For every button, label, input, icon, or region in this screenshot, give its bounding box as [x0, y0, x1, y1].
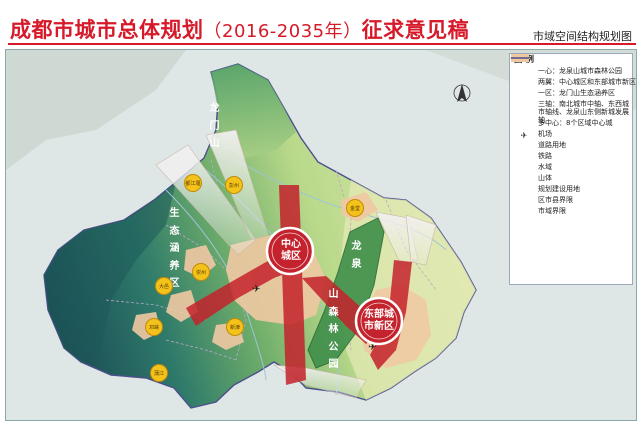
legend-item: 水域 [510, 56, 632, 175]
title-years: （2016-2035年） [203, 21, 362, 42]
subcenter-pengzhou: 彭州 [225, 176, 243, 194]
east-new-area-label-line1: 东部城 [364, 309, 394, 320]
longquan-char-6: 公 [328, 341, 339, 353]
airplane-icon: ✈ [520, 130, 528, 140]
longmen-char-3: 山 [209, 138, 220, 149]
longmen-char-1: 龙 [209, 103, 220, 114]
city-boundary-icon [511, 57, 534, 217]
map-frame: ✈ ✈ 龙 门 山 生 态 涵 养 区 龙 泉 山 森 林 公 园 中心 城区 … [5, 49, 637, 421]
page-title: 成都市城市总体规划（2016-2035年）征求意见稿 [10, 14, 469, 44]
title-rule [8, 43, 636, 45]
longquan-char-2: 泉 [351, 258, 362, 270]
legend-label: 规划建设用地 [538, 185, 580, 194]
legend-item: 区市县界限 [510, 57, 632, 208]
east-new-area-label: 东部城 市新区 [356, 309, 402, 332]
road-line-icon [510, 56, 534, 151]
longquan-char-5: 林 [328, 324, 339, 335]
build-fill-icon [511, 54, 534, 195]
red-cross-icon [511, 54, 534, 110]
legend-item: 三轴：南北城市中轴、东西城市轴线、龙泉山东侧新城发展轴 [510, 54, 632, 124]
center-city-label-line2: 城区 [281, 250, 301, 262]
subcenter-dayi: 大邑 [155, 277, 173, 295]
legend-label: 区市县界限 [538, 196, 573, 205]
teal-fill-icon [511, 54, 534, 99]
yellow-dot-icon [514, 54, 534, 129]
green-line-icon [511, 57, 534, 77]
legend-label: 道路用地 [538, 141, 566, 150]
subcenter-chongzhou: 崇州 [192, 263, 210, 281]
center-city-label: 中心 城区 [272, 239, 310, 262]
subcenter-xinjin: 新津 [226, 318, 244, 336]
legend-label: 一区：龙门山生态涵养区 [538, 89, 615, 98]
center-city-label-line1: 中心 [281, 239, 301, 250]
water-line-icon [510, 56, 534, 173]
airport-icon-shuangliu: ✈ [252, 284, 260, 295]
title-tail: 征求意见稿 [361, 18, 470, 42]
longmen-char-5: 态 [169, 225, 180, 237]
legend-item: 道路用地 [510, 56, 632, 153]
longquan-char-7: 园 [328, 359, 339, 370]
longquan-char-4: 森 [328, 306, 339, 318]
legend-label: 一心：龙泉山城市森林公园 [538, 67, 622, 76]
legend-label: 山体 [538, 174, 552, 183]
east-new-area-label-line2: 市新区 [364, 320, 394, 332]
legend-label: 两翼：中心城区和东部城市新区 [538, 78, 636, 87]
subcenter-pujiang: 蒲江 [150, 364, 168, 382]
longmen-char-6: 涵 [169, 243, 180, 254]
mountain-fill-icon [511, 54, 534, 184]
red-dot-icon [514, 54, 534, 88]
legend-label: 多中心：8个区域中心城 [538, 119, 613, 128]
map-legend: 图 例 一心：龙泉山城市森林公园 两翼：中心城区和东部城市新区 一区：龙门山生态… [509, 53, 636, 285]
legend-label: 铁路 [538, 152, 552, 161]
longmen-char-7: 养 [169, 260, 180, 272]
legend-item: 铁路 [510, 57, 632, 164]
subcenter-jintang: 金堂 [346, 199, 364, 217]
longquan-label-lower: 山 森 林 公 园 [328, 286, 339, 374]
legend-item: ✈ 机场 [510, 131, 632, 142]
legend-label: 机场 [538, 130, 552, 139]
legend-label: 水域 [538, 163, 552, 172]
map-subtitle: 市域空间结构规划图 [533, 30, 632, 43]
longquan-char-1: 龙 [351, 241, 362, 252]
longmen-char-2: 门 [209, 120, 220, 132]
longmen-char-4: 生 [169, 208, 180, 219]
longquan-char-3: 山 [328, 289, 339, 300]
longmen-label: 龙 门 山 [209, 100, 220, 153]
rail-line-icon [511, 57, 534, 162]
longquan-label: 龙 泉 [351, 238, 362, 273]
county-boundary-icon [511, 57, 534, 206]
subcenter-dujiangyan: 都江堰 [184, 174, 202, 192]
subcenter-qionglai: 邛崃 [145, 318, 163, 336]
legend-label: 市域界限 [538, 207, 566, 216]
title-main: 成都市城市总体规划 [10, 18, 204, 42]
legend-item: 市域界限 [510, 57, 632, 219]
